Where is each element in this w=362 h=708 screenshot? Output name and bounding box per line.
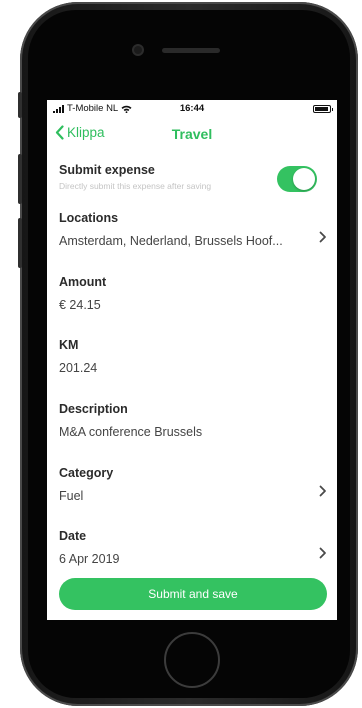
- chevron-right-icon: [319, 547, 326, 559]
- km-field[interactable]: KM 201.24: [47, 331, 337, 395]
- volume-down-button: [18, 218, 22, 268]
- category-value: Fuel: [59, 489, 84, 503]
- description-label: Description: [59, 402, 128, 416]
- submit-expense-label: Submit expense: [59, 163, 155, 177]
- locations-label: Locations: [59, 211, 119, 225]
- date-label: Date: [59, 529, 87, 543]
- volume-up-button: [18, 154, 22, 204]
- earpiece-speaker: [162, 48, 220, 53]
- amount-value: € 24.15: [59, 298, 101, 312]
- navigation-bar: Klippa Travel: [47, 118, 337, 148]
- locations-field[interactable]: Locations Amsterdam, Nederland, Brussels…: [47, 195, 337, 267]
- battery-icon: [313, 105, 333, 113]
- submit-expense-subtitle: Directly submit this expense after savin…: [59, 181, 212, 191]
- page-title: Travel: [171, 126, 213, 142]
- app-screen: T-Mobile NL 16:44 Klippa Travel Submit e…: [47, 100, 337, 620]
- locations-value: Amsterdam, Nederland, Brussels Hoof...: [59, 234, 283, 248]
- front-camera: [134, 46, 142, 54]
- submit-expense-toggle[interactable]: [277, 166, 317, 192]
- submit-expense-row: Submit expense Directly submit this expe…: [47, 148, 337, 195]
- km-label: KM: [59, 338, 79, 352]
- description-field[interactable]: Description M&A conference Brussels: [47, 395, 337, 459]
- chevron-right-icon: [319, 485, 326, 497]
- amount-field[interactable]: Amount € 24.15: [47, 267, 337, 331]
- status-time: 16:44: [179, 103, 205, 114]
- category-label: Category: [59, 466, 114, 480]
- submit-and-save-button[interactable]: Submit and save: [59, 578, 327, 610]
- category-field[interactable]: Category Fuel: [47, 459, 337, 517]
- home-button[interactable]: [164, 632, 220, 688]
- mute-switch: [18, 92, 22, 118]
- date-field[interactable]: Date 6 Apr 2019: [47, 517, 337, 571]
- chevron-right-icon: [319, 231, 326, 243]
- km-value: 201.24: [59, 361, 98, 375]
- amount-label: Amount: [59, 275, 107, 289]
- footer-bar: Submit and save: [47, 571, 337, 620]
- description-value: M&A conference Brussels: [59, 425, 203, 439]
- status-bar: T-Mobile NL 16:44: [47, 100, 337, 118]
- date-value: 6 Apr 2019: [59, 552, 120, 566]
